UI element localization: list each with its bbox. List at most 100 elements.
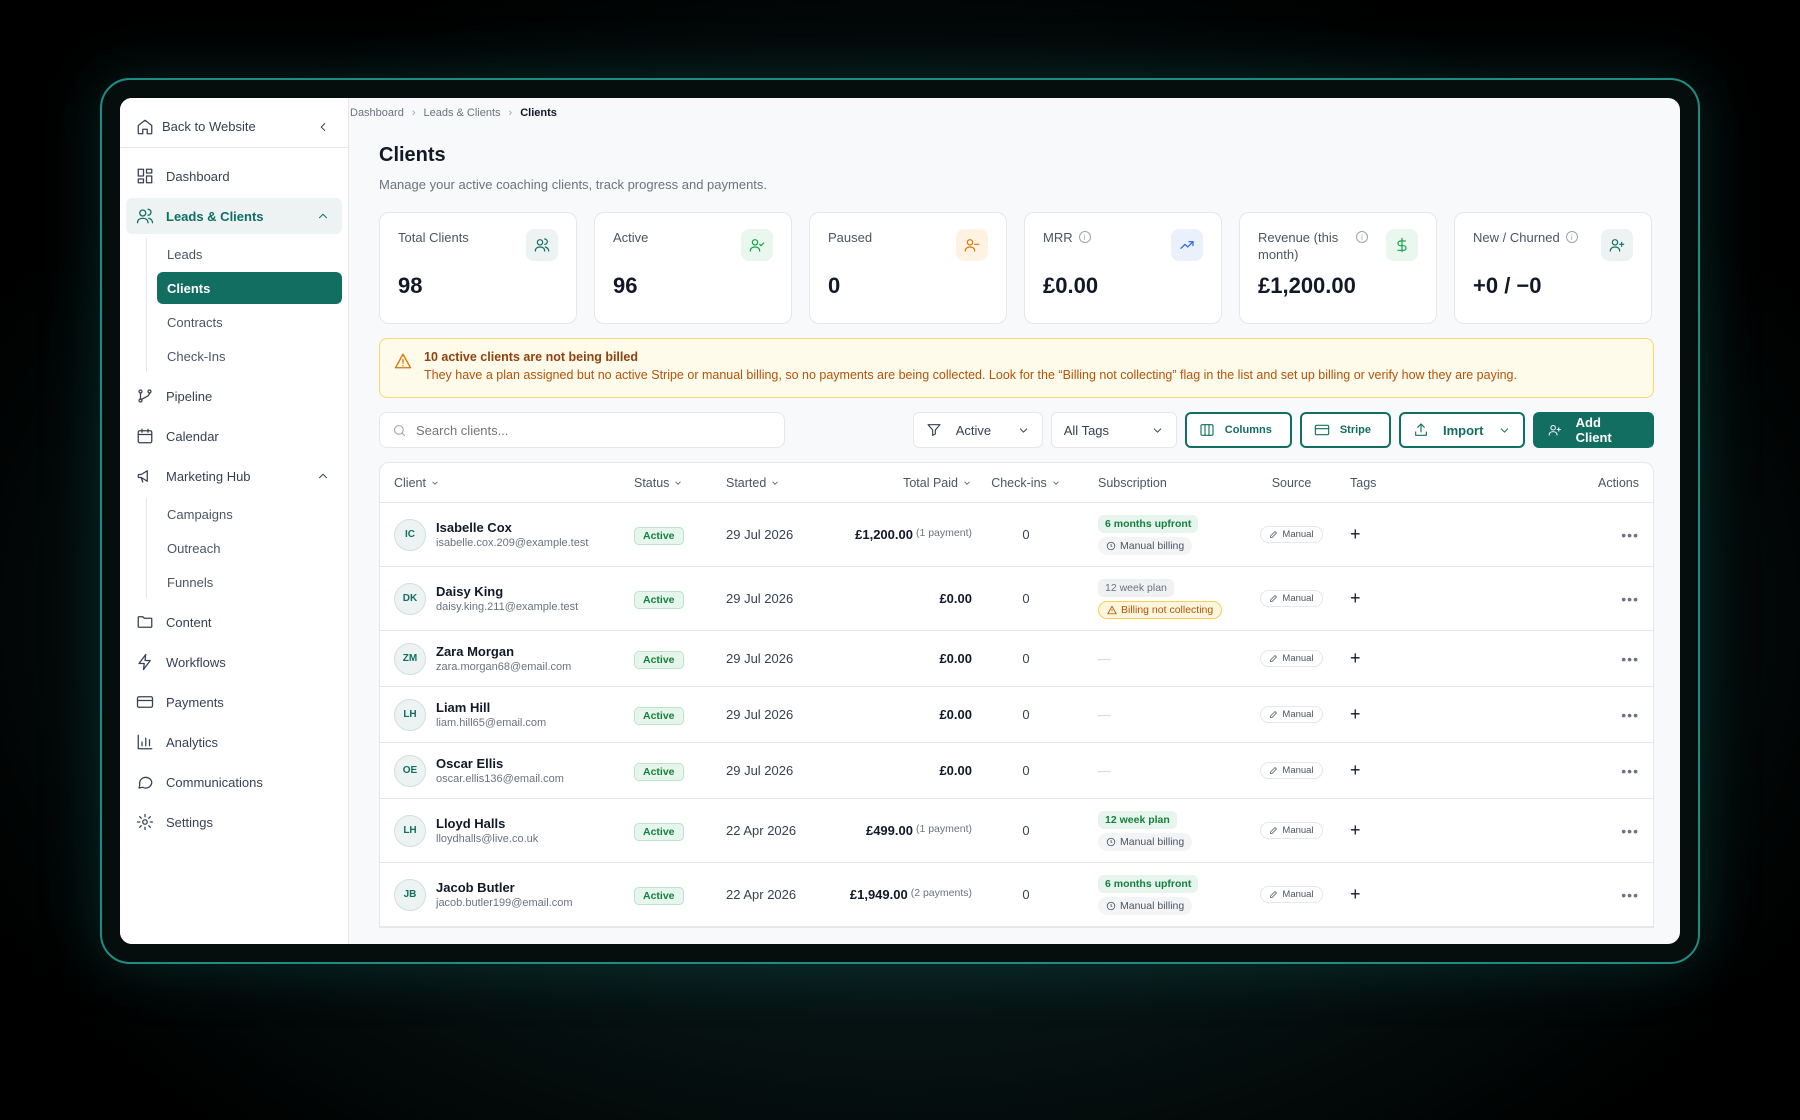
toolbar: Active All Tags Columns Stripe Import — [379, 412, 1654, 448]
main-content: Dashboard › Leads & Clients › Clients Cl… — [349, 98, 1680, 944]
add-tag-button[interactable]: + — [1350, 588, 1361, 608]
info-icon[interactable]: i — [1565, 231, 1578, 243]
sidebar-subitem-contracts[interactable]: Contracts — [157, 306, 342, 338]
column-header-client[interactable]: Client — [394, 476, 440, 490]
row-actions-menu-icon[interactable]: ••• — [1621, 887, 1639, 903]
add-tag-button[interactable]: + — [1350, 820, 1361, 840]
subscription-cell: 12 week plan Manual billing — [1080, 810, 1243, 851]
stat-label: MRR — [1043, 230, 1073, 245]
info-icon[interactable]: i — [1078, 231, 1091, 243]
subscription-cell: 6 months upfront Manual billing — [1080, 874, 1243, 915]
add-client-button[interactable]: Add Client — [1533, 412, 1654, 448]
table-row[interactable]: OE Oscar Ellis oscar.ellis136@email.com … — [380, 743, 1653, 799]
sidebar-item-leads-clients[interactable]: Leads & Clients — [126, 198, 342, 234]
search-input[interactable] — [416, 422, 774, 438]
sidebar-subitem-check-ins[interactable]: Check-Ins — [157, 340, 342, 372]
checkins-count: 0 — [1022, 823, 1030, 838]
sidebar-item-calendar[interactable]: Calendar — [126, 418, 342, 454]
source-badge: Manual — [1260, 822, 1323, 839]
table-row[interactable]: LH Lloyd Halls lloydhalls@live.co.uk Act… — [380, 799, 1653, 863]
checkins-count: 0 — [1022, 527, 1030, 542]
breadcrumb-leads-clients[interactable]: Leads & Clients — [424, 107, 501, 119]
row-actions-menu-icon[interactable]: ••• — [1621, 651, 1639, 667]
column-header-checkins[interactable]: Check-ins — [991, 476, 1061, 490]
client-name[interactable]: Daisy King — [436, 584, 578, 599]
sidebar-item-payments[interactable]: Payments — [126, 684, 342, 720]
status-filter-select[interactable]: Active — [912, 412, 1043, 448]
info-icon[interactable]: i — [1356, 231, 1368, 243]
collapse-sidebar-icon[interactable] — [314, 118, 332, 136]
total-paid: £1,200.00 (1 payment) — [855, 527, 972, 542]
stripe-button[interactable]: Stripe — [1299, 412, 1391, 448]
app-window: Back to Website Dashboard Leads & Client… — [120, 98, 1680, 944]
client-name[interactable]: Liam Hill — [436, 700, 546, 715]
empty-subscription: — — [1098, 707, 1111, 722]
client-email: liam.hill65@email.com — [436, 717, 547, 729]
checkins-count: 0 — [1022, 887, 1030, 902]
sidebar-item-settings[interactable]: Settings — [126, 804, 342, 840]
table-row[interactable]: LH Liam Hill liam.hill65@email.com Activ… — [380, 687, 1653, 743]
table-row[interactable]: IC Isabelle Cox isabelle.cox.209@example… — [380, 503, 1653, 567]
empty-subscription: — — [1098, 763, 1111, 778]
sort-icon — [675, 480, 682, 485]
sidebar-subitem-leads[interactable]: Leads — [157, 238, 342, 270]
breadcrumb-current: Clients — [520, 107, 557, 119]
add-user-icon — [1548, 424, 1561, 436]
table-body: IC Isabelle Cox isabelle.cox.209@example… — [380, 503, 1653, 927]
add-tag-button[interactable]: + — [1350, 704, 1361, 724]
table-row[interactable]: ZM Zara Morgan zara.morgan68@email.com A… — [380, 631, 1653, 687]
users-icon — [136, 207, 154, 225]
add-tag-button[interactable]: + — [1350, 524, 1361, 544]
plan-badge: 12 week plan — [1098, 578, 1174, 597]
tags-filter-select[interactable]: All Tags — [1050, 412, 1177, 448]
column-header-started[interactable]: Started — [726, 476, 780, 490]
avatar: OE — [394, 754, 426, 787]
column-header-status[interactable]: Status — [634, 476, 683, 490]
client-name[interactable]: Oscar Ellis — [436, 756, 564, 771]
alert-body: They have a plan assigned but no active … — [424, 368, 1517, 382]
search-box[interactable] — [379, 412, 785, 448]
row-actions-menu-icon[interactable]: ••• — [1621, 707, 1639, 723]
add-tag-button[interactable]: + — [1350, 884, 1361, 904]
sidebar-subitem-campaigns[interactable]: Campaigns — [157, 498, 342, 530]
total-paid: £0.00 — [939, 651, 972, 666]
client-name[interactable]: Jacob Butler — [436, 880, 573, 895]
sidebar-item-pipeline[interactable]: Pipeline — [126, 378, 342, 414]
plan-badge: 12 week plan — [1098, 810, 1177, 829]
chat-icon — [136, 773, 154, 791]
breadcrumb-separator-icon: › — [508, 107, 513, 119]
row-actions-menu-icon[interactable]: ••• — [1621, 591, 1639, 607]
sidebar-subitem-outreach[interactable]: Outreach — [157, 532, 342, 564]
sort-icon — [1052, 480, 1059, 485]
chevron-up-icon[interactable] — [314, 207, 332, 225]
sidebar-subitem-funnels[interactable]: Funnels — [157, 566, 342, 598]
avatar: LH — [394, 698, 426, 731]
table-row[interactable]: DK Daisy King daisy.king.211@example.tes… — [380, 567, 1653, 631]
sidebar-item-communications[interactable]: Communications — [126, 764, 342, 800]
sidebar: Back to Website Dashboard Leads & Client… — [120, 98, 349, 944]
row-actions-menu-icon[interactable]: ••• — [1621, 763, 1639, 779]
sidebar-item-workflows[interactable]: Workflows — [126, 644, 342, 680]
breadcrumb-dashboard[interactable]: Dashboard — [350, 107, 404, 119]
sidebar-item-dashboard[interactable]: Dashboard — [126, 158, 342, 194]
columns-button[interactable]: Columns — [1184, 412, 1292, 448]
sidebar-item-label: Dashboard — [166, 168, 230, 184]
sidebar-subitem-clients[interactable]: Clients — [157, 272, 342, 304]
client-name[interactable]: Isabelle Cox — [436, 520, 588, 535]
lightning-icon — [136, 653, 154, 671]
back-to-website-link[interactable]: Back to Website — [120, 106, 348, 148]
import-button[interactable]: Import — [1399, 412, 1525, 448]
row-actions-menu-icon[interactable]: ••• — [1621, 527, 1639, 543]
add-tag-button[interactable]: + — [1350, 760, 1361, 780]
sidebar-item-content[interactable]: Content — [126, 604, 342, 640]
row-actions-menu-icon[interactable]: ••• — [1621, 823, 1639, 839]
column-header-total-paid[interactable]: Total Paid — [903, 476, 972, 490]
table-row[interactable]: JB Jacob Butler jacob.butler199@email.co… — [380, 863, 1653, 927]
sidebar-item-marketing-hub[interactable]: Marketing Hub — [126, 458, 342, 494]
add-tag-button[interactable]: + — [1350, 648, 1361, 668]
sidebar-item-analytics[interactable]: Analytics — [126, 724, 342, 760]
chevron-up-icon[interactable] — [314, 467, 332, 485]
alert-title: 10 active clients are not being billed — [424, 350, 638, 364]
client-name[interactable]: Lloyd Halls — [436, 816, 538, 831]
client-name[interactable]: Zara Morgan — [436, 644, 571, 659]
